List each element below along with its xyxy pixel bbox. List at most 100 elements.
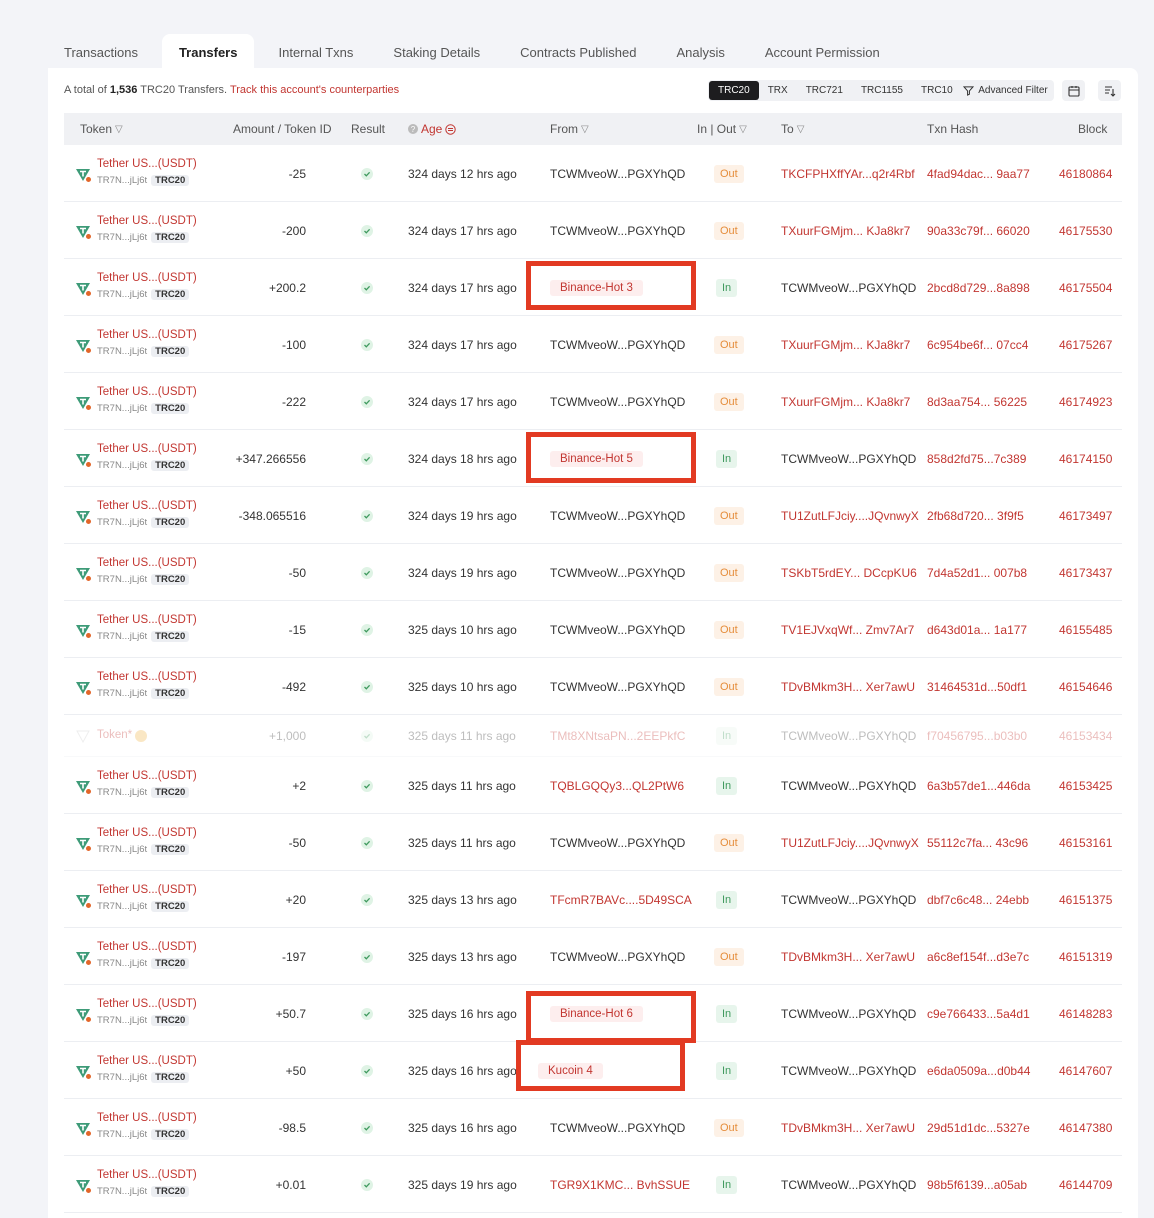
tab-internal-txns[interactable]: Internal Txns: [262, 34, 369, 70]
block-link[interactable]: 46154646: [1059, 658, 1112, 715]
tab-contracts-published[interactable]: Contracts Published: [504, 34, 652, 70]
to-address[interactable]: TSKbT5rdEY... DCcpKU6: [781, 544, 917, 601]
txn-hash-link[interactable]: d643d01a... 1a177: [927, 601, 1027, 658]
to-address[interactable]: TDvBMkm3H... Xer7awU: [781, 1099, 915, 1156]
token-contract-address[interactable]: TR7N...jLj6t: [97, 631, 147, 642]
from-address[interactable]: TCWMveoW...PGXYhQD: [550, 601, 685, 658]
type-option-trc20[interactable]: TRC20: [709, 81, 759, 100]
block-link[interactable]: 46174923: [1059, 373, 1112, 430]
type-option-trc721[interactable]: TRC721: [797, 81, 852, 100]
token-contract-address[interactable]: TR7N...jLj6t: [97, 175, 147, 186]
token-contract-address[interactable]: TR7N...jLj6t: [97, 844, 147, 855]
txn-hash-link[interactable]: 6a3b57de1...446da: [927, 757, 1030, 814]
from-address[interactable]: TGR9X1KMC... BvhSSUE: [550, 1156, 690, 1213]
token-name-link[interactable]: Tether US...(USDT): [97, 443, 197, 455]
block-link[interactable]: 46180864: [1059, 145, 1112, 202]
from-address[interactable]: TQBLGQQy3...QL2PtW6: [550, 757, 684, 814]
from-address[interactable]: TCWMveoW...PGXYhQD: [550, 928, 685, 985]
block-link[interactable]: 46148283: [1059, 985, 1112, 1042]
tab-analysis[interactable]: Analysis: [660, 34, 740, 70]
token-contract-address[interactable]: TR7N...jLj6t: [97, 1186, 147, 1197]
token-contract-address[interactable]: TR7N...jLj6t: [97, 346, 147, 357]
tab-transactions[interactable]: Transactions: [48, 34, 154, 70]
from-address[interactable]: TMt8XNtsaPN...2EEPkfC: [550, 715, 685, 757]
tab-staking-details[interactable]: Staking Details: [377, 34, 496, 70]
block-link[interactable]: 46175530: [1059, 202, 1112, 259]
token-name-link[interactable]: Tether US...(USDT): [97, 614, 197, 626]
from-address[interactable]: TCWMveoW...PGXYhQD: [550, 316, 685, 373]
token-contract-address[interactable]: TR7N...jLj6t: [97, 517, 147, 528]
token-contract-address[interactable]: TR7N...jLj6t: [97, 232, 147, 243]
header-inout[interactable]: In | Out ▽: [697, 113, 747, 145]
token-contract-address[interactable]: TR7N...jLj6t: [97, 460, 147, 471]
header-token[interactable]: Token ▽: [80, 113, 123, 145]
from-address[interactable]: TCWMveoW...PGXYhQD: [550, 145, 685, 202]
token-name-link[interactable]: Tether US...(USDT): [97, 329, 197, 341]
header-to[interactable]: To ▽: [781, 113, 804, 145]
token-contract-address[interactable]: TR7N...jLj6t: [97, 1129, 147, 1140]
column-settings-button[interactable]: [1098, 80, 1121, 101]
block-link[interactable]: 46173497: [1059, 487, 1112, 544]
token-name-link[interactable]: Tether US...(USDT): [97, 557, 197, 569]
txn-hash-link[interactable]: 2bcd8d729...8a898: [927, 259, 1030, 316]
txn-hash-link[interactable]: c9e766433...5a4d1: [927, 985, 1030, 1042]
token-contract-address[interactable]: TR7N...jLj6t: [97, 901, 147, 912]
txn-hash-link[interactable]: 31464531d...50df1: [927, 658, 1027, 715]
token-contract-address[interactable]: TR7N...jLj6t: [97, 688, 147, 699]
from-address[interactable]: TCWMveoW...PGXYhQD: [550, 487, 685, 544]
from-address[interactable]: TCWMveoW...PGXYhQD: [550, 373, 685, 430]
to-address[interactable]: TCWMveoW...PGXYhQD: [781, 259, 916, 316]
token-name-link[interactable]: Tether US...(USDT): [97, 941, 197, 953]
block-link[interactable]: 46147380: [1059, 1099, 1112, 1156]
tab-transfers[interactable]: Transfers: [161, 34, 255, 70]
token-contract-address[interactable]: TR7N...jLj6t: [97, 958, 147, 969]
from-address[interactable]: TCWMveoW...PGXYhQD: [550, 814, 685, 871]
block-link[interactable]: 46151375: [1059, 871, 1112, 928]
to-address[interactable]: TDvBMkm3H... Xer7awU: [781, 658, 915, 715]
from-address[interactable]: TFcmR7BAVc....5D49SCA: [550, 871, 692, 928]
token-contract-address[interactable]: TR7N...jLj6t: [97, 1072, 147, 1083]
type-option-trc1155[interactable]: TRC1155: [852, 81, 912, 100]
token-name-link[interactable]: Tether US...(USDT): [97, 884, 197, 896]
advanced-filter-button[interactable]: Advanced Filter: [957, 80, 1054, 101]
from-address[interactable]: TCWMveoW...PGXYhQD: [550, 1099, 685, 1156]
token-contract-address[interactable]: TR7N...jLj6t: [97, 289, 147, 300]
txn-hash-link[interactable]: 2fb68d720... 3f9f5: [927, 487, 1024, 544]
txn-hash-link[interactable]: f70456795...b03b0: [927, 715, 1027, 757]
header-from[interactable]: From ▽: [550, 113, 589, 145]
txn-hash-link[interactable]: 8d3aa754... 56225: [927, 373, 1027, 430]
block-link[interactable]: 46155485: [1059, 601, 1112, 658]
txn-hash-link[interactable]: 4fad94dac... 9aa77: [927, 145, 1030, 202]
from-address[interactable]: TCWMveoW...PGXYhQD: [550, 544, 685, 601]
to-address[interactable]: TV1EJVxqWf... Zmv7Ar7: [781, 601, 914, 658]
token-name-link[interactable]: Token*: [97, 729, 132, 741]
type-option-trc10[interactable]: TRC10: [912, 81, 962, 100]
token-contract-address[interactable]: TR7N...jLj6t: [97, 574, 147, 585]
txn-hash-link[interactable]: 55112c7fa... 43c96: [927, 814, 1028, 871]
to-address[interactable]: TU1ZutLFJciy....JQvnwyX: [781, 814, 919, 871]
to-address[interactable]: TXuurFGMjm... KJa8kr7: [781, 373, 910, 430]
txn-hash-link[interactable]: 7d4a52d1... 007b8: [927, 544, 1027, 601]
txn-hash-link[interactable]: 98b5f6139...a05ab: [927, 1156, 1027, 1213]
block-link[interactable]: 46144709: [1059, 1156, 1112, 1213]
token-name-link[interactable]: Tether US...(USDT): [97, 827, 197, 839]
token-name-link[interactable]: Tether US...(USDT): [97, 1055, 197, 1067]
txn-hash-link[interactable]: 6c954be6f... 07cc4: [927, 316, 1028, 373]
token-contract-address[interactable]: TR7N...jLj6t: [97, 787, 147, 798]
block-link[interactable]: 46151319: [1059, 928, 1112, 985]
txn-hash-link[interactable]: e6da0509a...d0b44: [927, 1042, 1030, 1099]
token-contract-address[interactable]: TR7N...jLj6t: [97, 403, 147, 414]
token-name-link[interactable]: Tether US...(USDT): [97, 215, 197, 227]
to-address[interactable]: TU1ZutLFJciy....JQvnwyX: [781, 487, 919, 544]
token-name-link[interactable]: Tether US...(USDT): [97, 500, 197, 512]
token-contract-address[interactable]: TR7N...jLj6t: [97, 1015, 147, 1026]
block-link[interactable]: 46153425: [1059, 757, 1112, 814]
token-name-link[interactable]: Tether US...(USDT): [97, 1169, 197, 1181]
to-address[interactable]: TDvBMkm3H... Xer7awU: [781, 928, 915, 985]
type-option-trx[interactable]: TRX: [759, 81, 797, 100]
to-address[interactable]: TXuurFGMjm... KJa8kr7: [781, 316, 910, 373]
to-address[interactable]: TCWMveoW...PGXYhQD: [781, 871, 916, 928]
token-name-link[interactable]: Tether US...(USDT): [97, 386, 197, 398]
header-age[interactable]: ? Age: [408, 113, 457, 145]
token-name-link[interactable]: Tether US...(USDT): [97, 272, 197, 284]
